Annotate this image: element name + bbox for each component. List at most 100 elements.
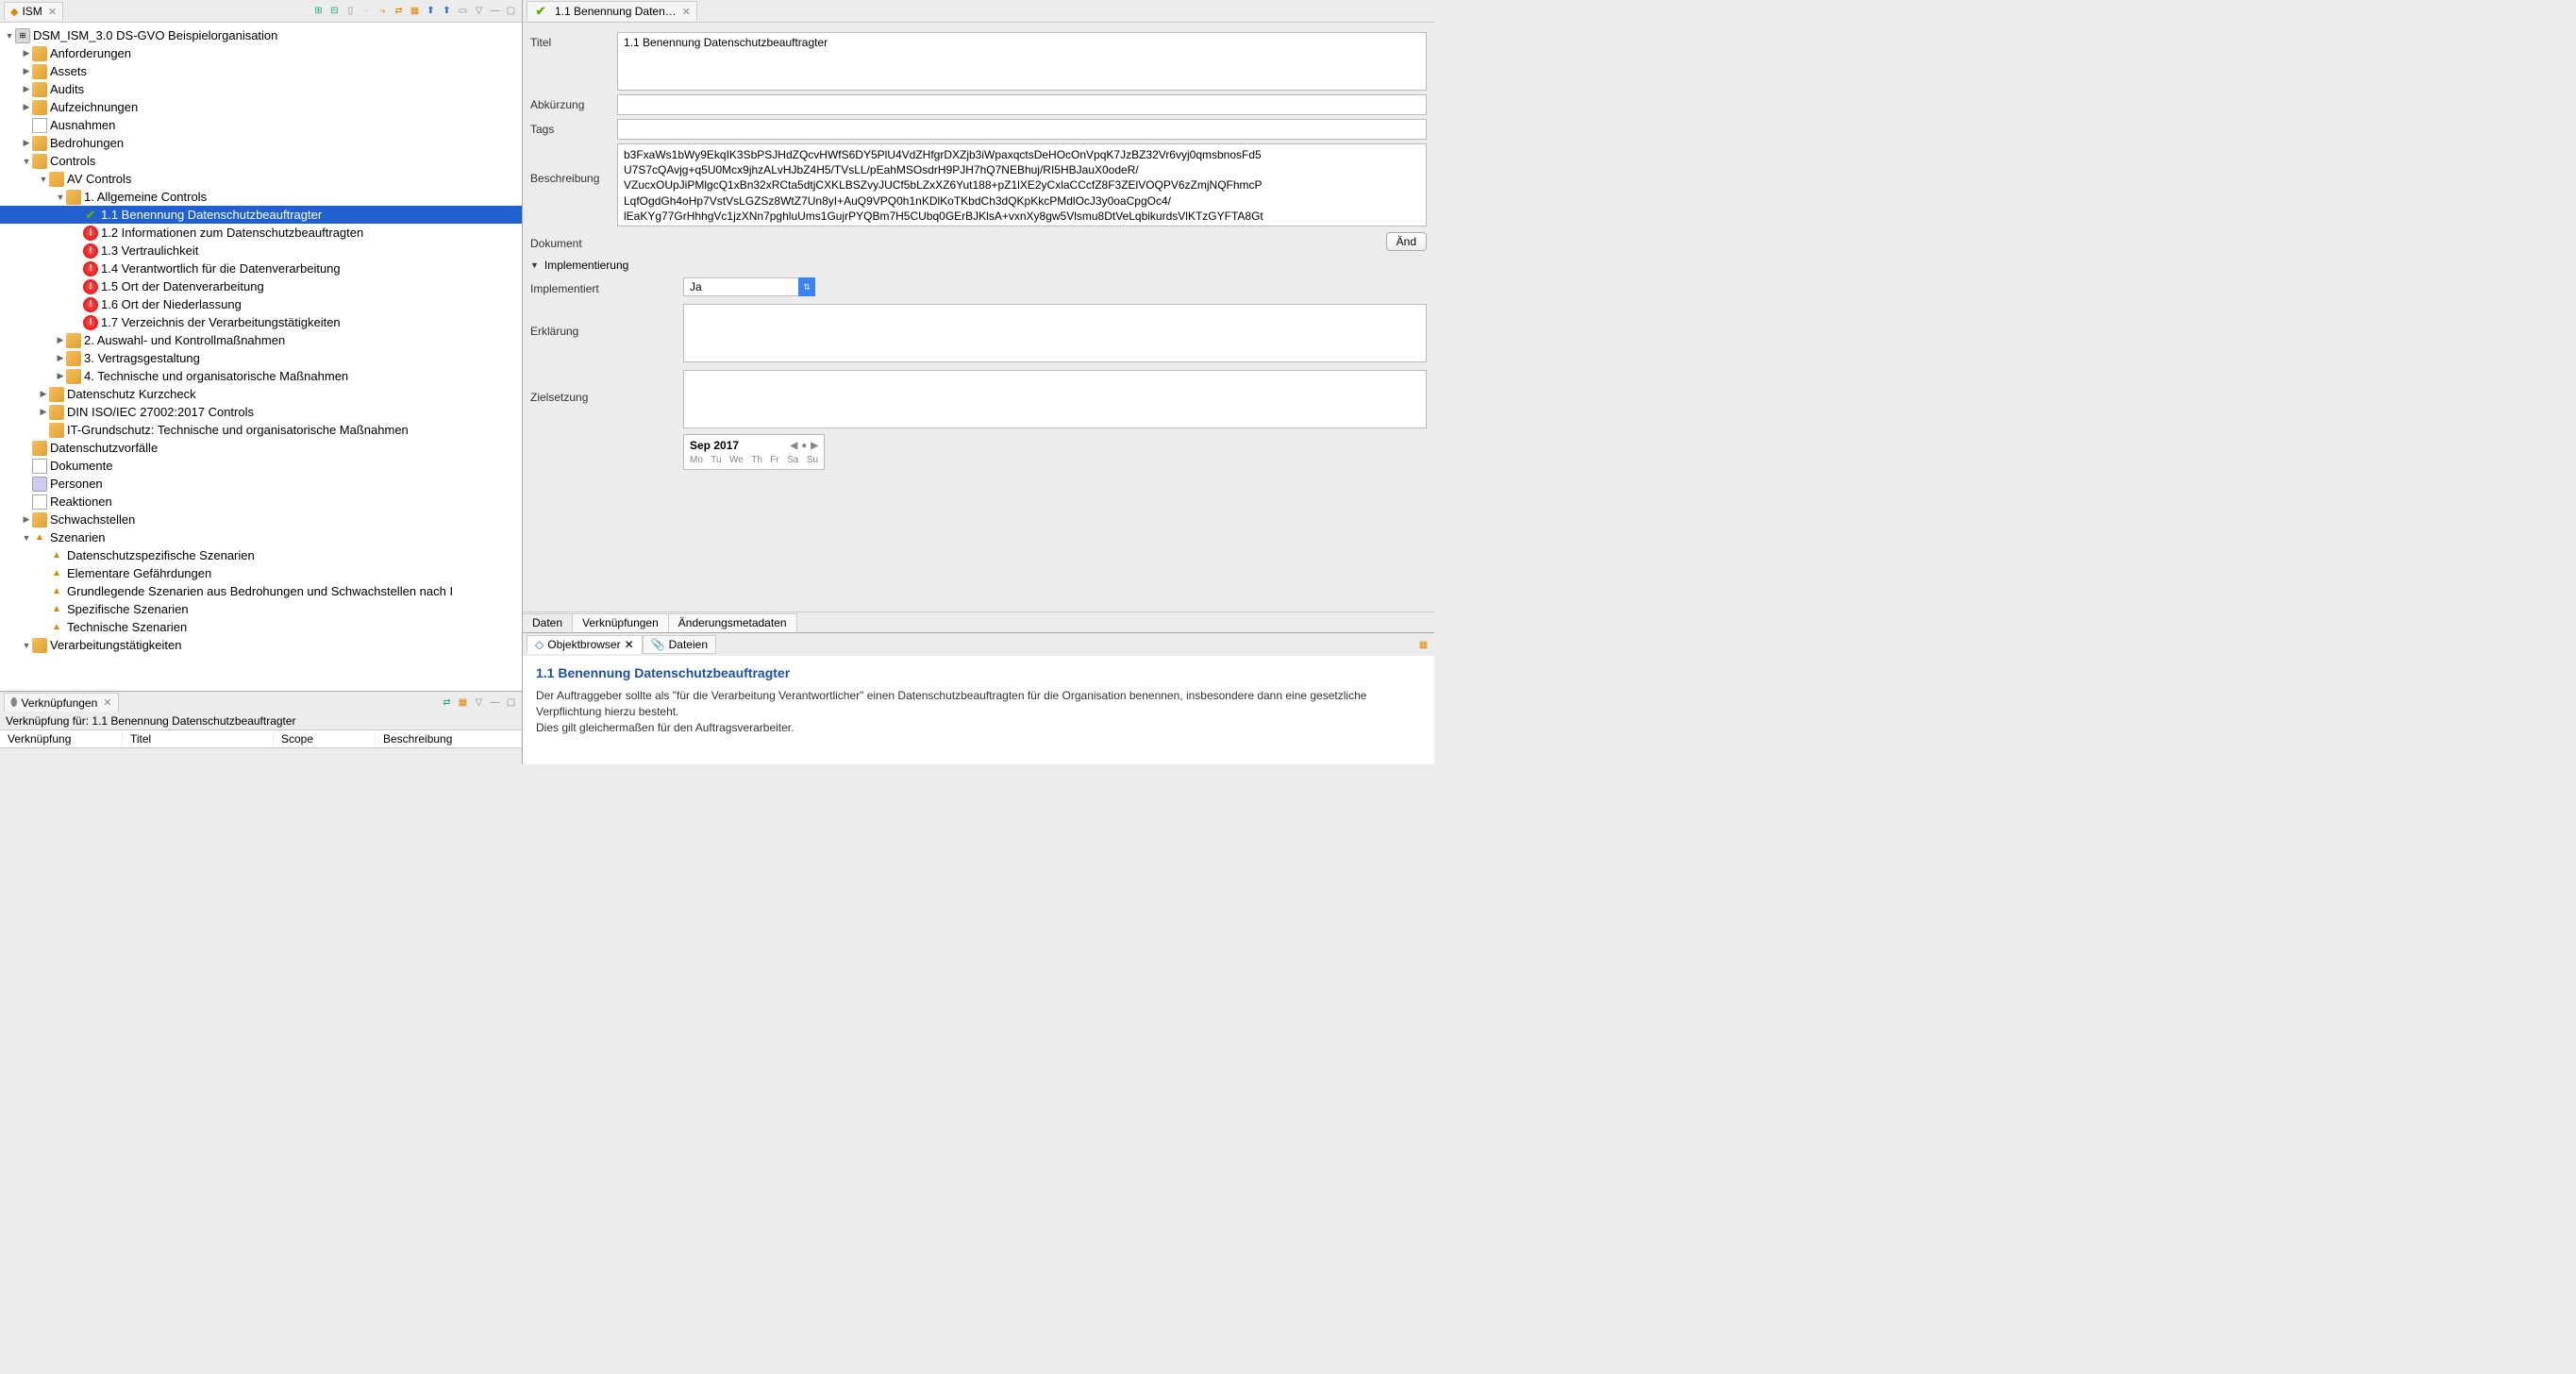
tree-item[interactable]: ▶DIN ISO/IEC 27002:2017 Controls: [0, 403, 522, 421]
tree-item[interactable]: Technische Szenarien: [0, 618, 522, 636]
tree-item[interactable]: 1.1 Benennung Datenschutzbeauftragter: [0, 206, 522, 224]
expand-arrow-icon[interactable]: ▶: [21, 102, 32, 113]
close-icon[interactable]: ✕: [682, 6, 691, 18]
tree-item[interactable]: ▶4. Technische und organisatorische Maßn…: [0, 367, 522, 385]
tree-item[interactable]: ▶Audits: [0, 80, 522, 98]
expand-arrow-icon[interactable]: ▶: [55, 371, 66, 382]
tree-item[interactable]: !1.3 Vertraulichkeit: [0, 242, 522, 260]
expand-arrow-icon[interactable]: ▶: [21, 48, 32, 59]
editor-tab[interactable]: 1.1 Benennung Daten… ✕: [527, 1, 697, 21]
col-desc[interactable]: Beschreibung: [376, 732, 522, 746]
close-icon[interactable]: ✕: [103, 696, 111, 709]
links-action1-icon[interactable]: ⇄: [440, 695, 454, 710]
tree-item[interactable]: ▶Bedrohungen: [0, 134, 522, 152]
tree-item[interactable]: ▼Szenarien: [0, 528, 522, 546]
expand-arrow-icon[interactable]: ▶: [38, 407, 49, 418]
collapse-arrow-icon[interactable]: ▼: [55, 192, 66, 203]
expand-arrow-icon[interactable]: ▶: [21, 66, 32, 77]
export1-icon[interactable]: ⬆: [424, 4, 438, 18]
links-max-icon[interactable]: ▢: [504, 695, 518, 710]
expand-arrow-icon[interactable]: ▶: [21, 138, 32, 149]
min-icon[interactable]: —: [488, 4, 502, 18]
tree-item[interactable]: !1.7 Verzeichnis der Verarbeitungstätigk…: [0, 313, 522, 331]
collapse-all-icon[interactable]: ⊟: [327, 4, 342, 18]
collapse-arrow-icon[interactable]: ▼: [21, 640, 32, 651]
export2-icon[interactable]: ⬆: [440, 4, 454, 18]
impl-select[interactable]: Ja ⇅: [683, 277, 815, 296]
tree-item[interactable]: !1.4 Verantwortlich für die Datenverarbe…: [0, 260, 522, 277]
tab-verknuepfungen[interactable]: Verknüpfungen: [572, 613, 669, 632]
tree-item[interactable]: Datenschutzspezifische Szenarien: [0, 546, 522, 564]
collapse-arrow-icon[interactable]: ▼: [38, 174, 49, 185]
doc-icon[interactable]: ▯: [343, 4, 358, 18]
tree-item[interactable]: Ausnahmen: [0, 116, 522, 134]
tags-input[interactable]: [617, 119, 1427, 140]
expand-all-icon[interactable]: ⊞: [311, 4, 326, 18]
menu-icon[interactable]: ▽: [472, 4, 486, 18]
tab-aenderungsmetadaten[interactable]: Änderungsmetadaten: [668, 613, 797, 632]
tree-item[interactable]: Dokumente: [0, 457, 522, 475]
abk-input[interactable]: [617, 94, 1427, 115]
tree-item[interactable]: ▼1. Allgemeine Controls: [0, 188, 522, 206]
tree-item[interactable]: ▶Datenschutz Kurzcheck: [0, 385, 522, 403]
col-scope[interactable]: Scope: [274, 732, 376, 746]
tree-item[interactable]: !1.5 Ort der Datenverarbeitung: [0, 277, 522, 295]
tree-item[interactable]: ▶3. Vertragsgestaltung: [0, 349, 522, 367]
tree-item[interactable]: IT-Grundschutz: Technische und organisat…: [0, 421, 522, 439]
close-icon[interactable]: ✕: [48, 6, 57, 18]
expand-arrow-icon[interactable]: ▶: [55, 335, 66, 346]
cal-prev-icon[interactable]: ◀: [791, 441, 798, 451]
tab-objektbrowser[interactable]: ◇ Objektbrowser ✕: [527, 635, 643, 654]
back-icon[interactable]: ⤶: [360, 4, 374, 18]
tree-item[interactable]: Spezifische Szenarien: [0, 600, 522, 618]
collapse-arrow-icon[interactable]: ▼: [21, 156, 32, 167]
sq-icon[interactable]: ▭: [456, 4, 470, 18]
ism-tab[interactable]: ◆ ISM ✕: [4, 2, 63, 20]
ziel-input[interactable]: [683, 370, 1427, 428]
expand-arrow-icon[interactable]: ▶: [21, 84, 32, 95]
tree-item[interactable]: ▶Anforderungen: [0, 44, 522, 62]
expand-arrow-icon[interactable]: ▶: [55, 353, 66, 364]
expand-arrow-icon[interactable]: ▶: [21, 514, 32, 526]
filter-icon[interactable]: ▦: [408, 4, 422, 18]
col-link[interactable]: Verknüpfung: [0, 732, 123, 746]
tree-item[interactable]: Datenschutzvorfälle: [0, 439, 522, 457]
tree-item[interactable]: Elementare Gefährdungen: [0, 564, 522, 582]
tab-daten[interactable]: Daten: [523, 613, 573, 632]
impl-section-header[interactable]: ▼ Implementierung: [523, 255, 1434, 276]
cal-today-icon[interactable]: ●: [801, 441, 807, 451]
close-icon[interactable]: ✕: [625, 638, 634, 651]
beschr-input[interactable]: b3FxaWs1bWy9EkqIK3SbPSJHdZQcvHWfS6DY5PlU…: [617, 143, 1427, 226]
collapse-arrow-icon[interactable]: ▼: [21, 532, 32, 544]
tree-item[interactable]: ▼Verarbeitungstätigkeiten: [0, 636, 522, 654]
tree-item[interactable]: ▼AV Controls: [0, 170, 522, 188]
dokument-change-button[interactable]: Änd: [1386, 232, 1427, 251]
tree-item[interactable]: ▶2. Auswahl- und Kontrollmaßnahmen: [0, 331, 522, 349]
tree-item[interactable]: !1.6 Ort der Niederlassung: [0, 295, 522, 313]
cal-next-icon[interactable]: ▶: [811, 441, 818, 451]
tab-dateien[interactable]: 📎 Dateien: [643, 635, 716, 654]
tree-item[interactable]: Grundlegende Szenarien aus Bedrohungen u…: [0, 582, 522, 600]
tree-root[interactable]: ▼ ⊞ DSM_ISM_3.0 DS-GVO Beispielorganisat…: [0, 26, 522, 44]
tree-view[interactable]: ▼ ⊞ DSM_ISM_3.0 DS-GVO Beispielorganisat…: [0, 23, 522, 691]
links-min-icon[interactable]: —: [488, 695, 502, 710]
obj-action-icon[interactable]: ▦: [1416, 638, 1430, 652]
tree-item[interactable]: Reaktionen: [0, 493, 522, 511]
expand-arrow-icon[interactable]: ▶: [38, 389, 49, 400]
col-title[interactable]: Titel: [123, 732, 274, 746]
max-icon[interactable]: ▢: [504, 4, 518, 18]
calendar-widget[interactable]: Sep 2017 ◀ ● ▶ MoTuWeThFrSaSu: [683, 434, 825, 470]
links-action2-icon[interactable]: ▦: [456, 695, 470, 710]
arrows-icon[interactable]: ⇄: [392, 4, 406, 18]
erkl-input[interactable]: [683, 304, 1427, 362]
links-tab[interactable]: ⬮ Verknüpfungen ✕: [4, 693, 119, 712]
tree-item[interactable]: !1.2 Informationen zum Datenschutzbeauft…: [0, 224, 522, 242]
tree-item[interactable]: ▼Controls: [0, 152, 522, 170]
expand-arrow-icon[interactable]: ▼: [4, 30, 15, 42]
tree-item[interactable]: ▶Aufzeichnungen: [0, 98, 522, 116]
tree-item[interactable]: ▶Assets: [0, 62, 522, 80]
tree-item[interactable]: ▶Schwachstellen: [0, 511, 522, 528]
tree-item[interactable]: Personen: [0, 475, 522, 493]
titel-input[interactable]: 1.1 Benennung Datenschutzbeauftragter: [617, 32, 1427, 91]
links-menu-icon[interactable]: ▽: [472, 695, 486, 710]
